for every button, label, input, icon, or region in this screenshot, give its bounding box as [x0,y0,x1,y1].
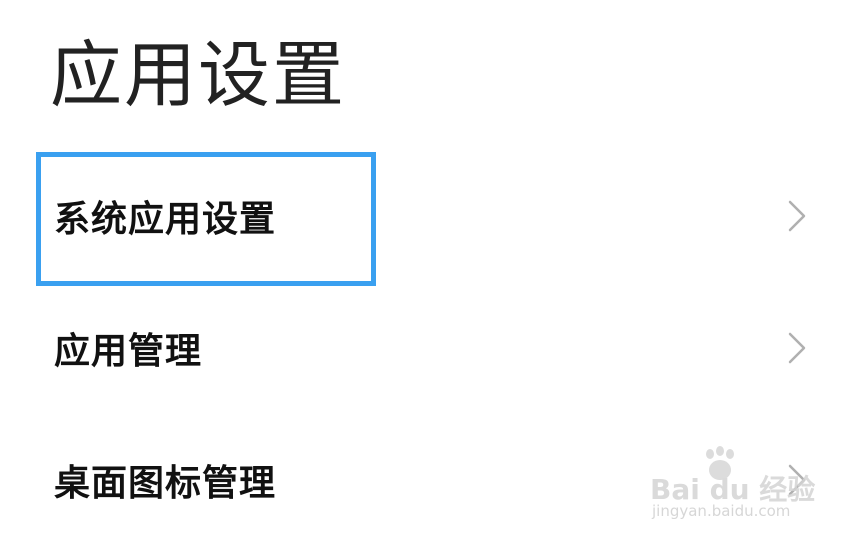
baidu-watermark: Bai du 经验 jingyan.baidu.com [650,440,820,530]
list-item-label: 系统应用设置 [54,199,277,240]
list-item-label: 应用管理 [54,331,203,372]
chevron-right-icon [788,332,806,364]
page-title: 应用设置 [50,33,347,117]
list-item-system-app-settings[interactable]: 系统应用设置 [0,150,847,286]
chevron-right-icon [788,200,806,232]
watermark-url: jingyan.baidu.com [652,502,791,520]
list-item-app-management[interactable]: 应用管理 [0,282,847,414]
list-item-label: 桌面图标管理 [54,463,277,504]
